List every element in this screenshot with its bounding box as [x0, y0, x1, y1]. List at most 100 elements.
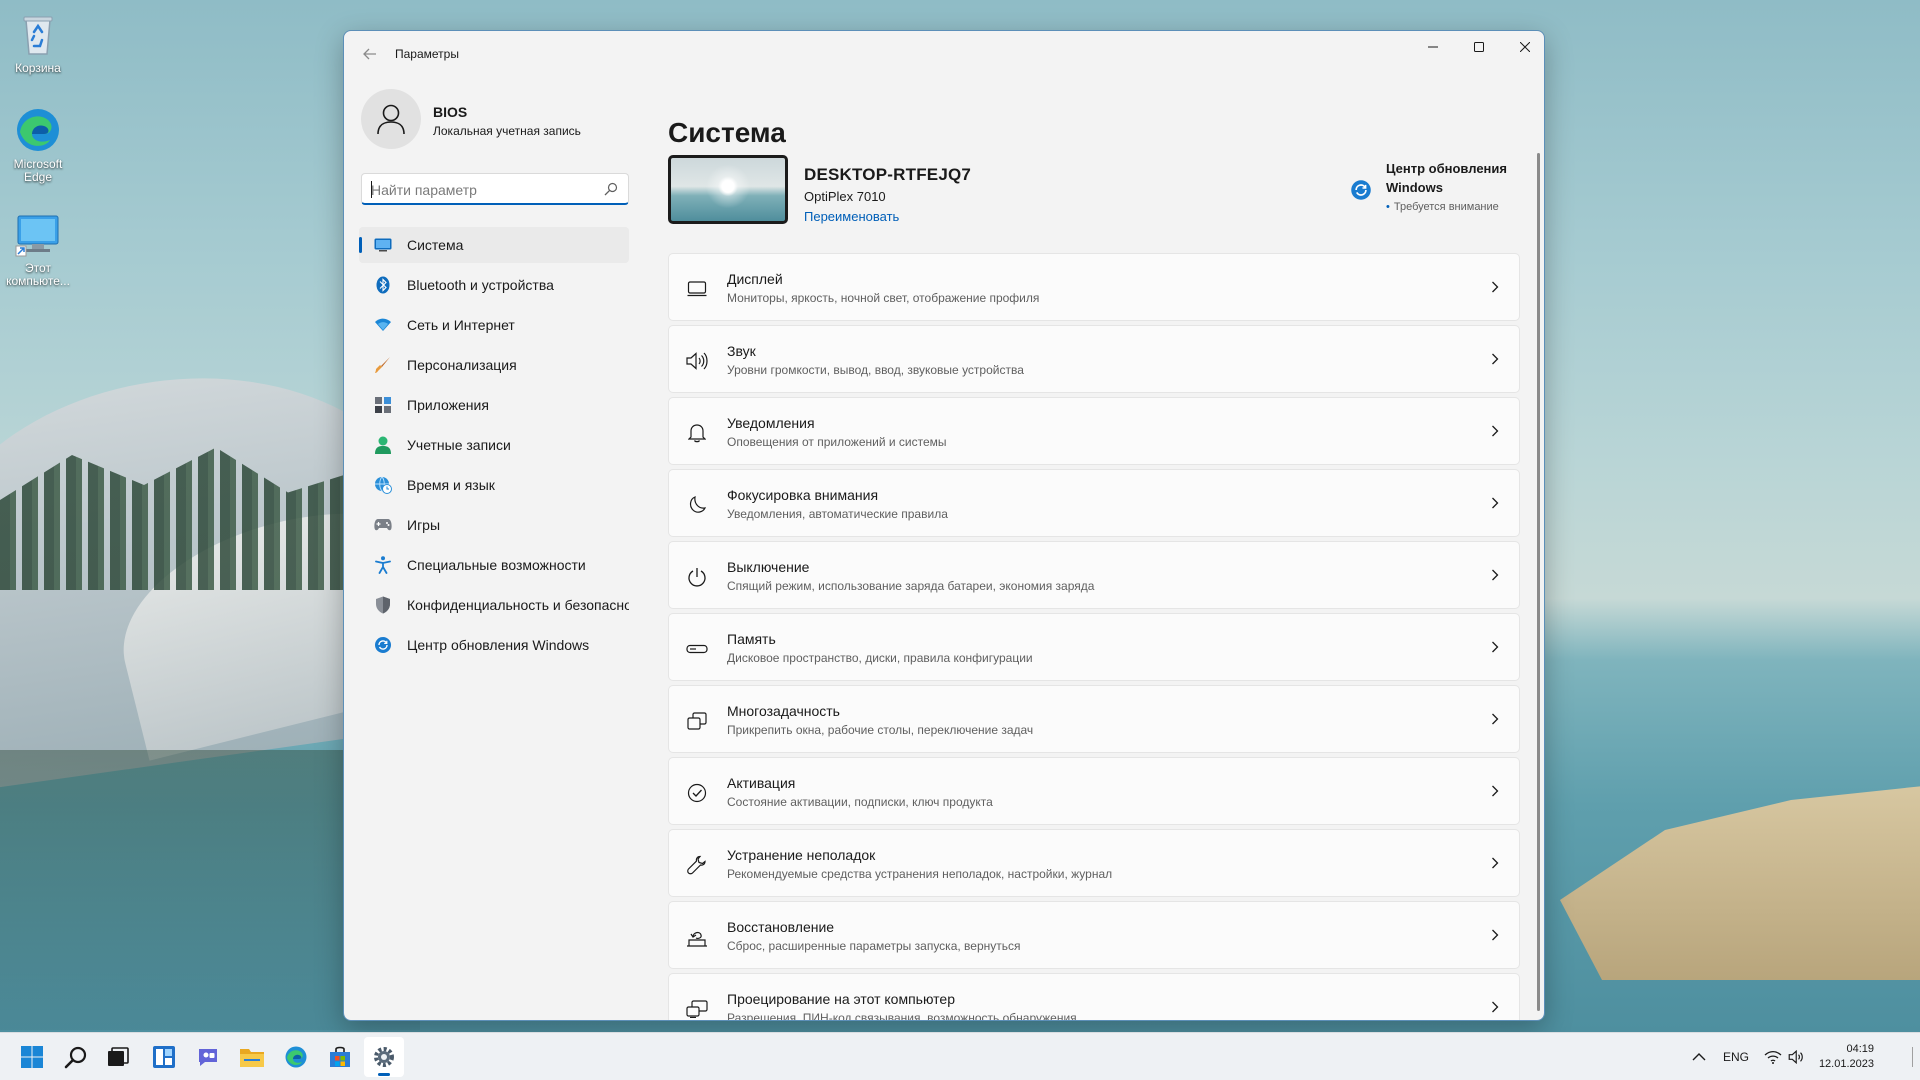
sidebar-item-label: Специальные возможности [407, 557, 586, 573]
settings-window: Параметры BIOS Локальная учетная запись [343, 30, 1545, 1021]
chevron-right-icon [1492, 641, 1499, 653]
close-button[interactable] [1502, 31, 1544, 63]
sidebar-item-label: Сеть и Интернет [407, 317, 515, 333]
maximize-button[interactable] [1456, 31, 1502, 63]
back-button[interactable] [358, 42, 382, 66]
card-title: Выключение [727, 559, 810, 575]
device-wallpaper-thumbnail [668, 155, 788, 224]
task-view-button[interactable] [98, 1037, 138, 1077]
settings-card-notifications[interactable]: Уведомления Оповещения от приложений и с… [668, 397, 1520, 465]
minimize-icon [1428, 46, 1438, 48]
maximize-icon [1474, 42, 1484, 52]
sidebar-item-personalization[interactable]: Персонализация [359, 347, 629, 383]
edge-icon [285, 1046, 307, 1068]
widgets-button[interactable] [144, 1037, 184, 1077]
clock-date: 12.01.2023 [1818, 1058, 1874, 1070]
wrench-icon [687, 855, 706, 875]
search-icon [604, 182, 618, 196]
settings-card-display[interactable]: Дисплей Мониторы, яркость, ночной свет, … [668, 253, 1520, 321]
desktop-icon-this-pc[interactable]: Этот компьюте... [0, 210, 76, 288]
card-title: Активация [727, 775, 796, 791]
multitasking-icon [687, 712, 707, 730]
edge-button[interactable] [276, 1037, 316, 1077]
status-dot-icon: • [1386, 201, 1390, 213]
store-icon [330, 1046, 350, 1067]
sidebar-item-bluetooth[interactable]: Bluetooth и устройства [359, 267, 629, 303]
desktop-icon-recycle-bin[interactable]: Корзина [0, 10, 76, 75]
card-subtitle: Мониторы, яркость, ночной свет, отображе… [727, 291, 1040, 305]
settings-card-storage[interactable]: Память Дисковое пространство, диски, пра… [668, 613, 1520, 681]
sidebar-item-network[interactable]: Сеть и Интернет [359, 307, 629, 343]
sidebar-item-gaming[interactable]: Игры [359, 507, 629, 543]
chevron-right-icon [1492, 281, 1499, 293]
card-title: Проецирование на этот компьютер [727, 991, 955, 1007]
close-icon [1520, 42, 1530, 52]
title-bar[interactable]: Параметры [344, 31, 1544, 77]
card-subtitle: Спящий режим, использование заряда батар… [727, 579, 1095, 593]
settings-card-activation[interactable]: Активация Состояние активации, подписки,… [668, 757, 1520, 825]
sidebar-item-apps[interactable]: Приложения [359, 387, 629, 423]
settings-card-focus[interactable]: Фокусировка внимания Уведомления, автома… [668, 469, 1520, 537]
wifi-icon [1764, 1050, 1782, 1064]
accessibility-icon [375, 556, 391, 574]
settings-card-troubleshoot[interactable]: Устранение неполадок Рекомендуемые средс… [668, 829, 1520, 897]
settings-button[interactable] [364, 1037, 404, 1077]
file-explorer-button[interactable] [232, 1037, 272, 1077]
widgets-icon [153, 1046, 175, 1068]
card-subtitle: Уведомления, автоматические правила [727, 507, 948, 521]
settings-card-power[interactable]: Выключение Спящий режим, использование з… [668, 541, 1520, 609]
show-desktop-button[interactable] [1912, 1047, 1913, 1067]
system-icon [374, 238, 392, 252]
card-title: Память [727, 631, 776, 647]
desktop-icon-label: Корзина [15, 61, 61, 75]
device-name: DESKTOP-RTFEJQ7 [804, 165, 972, 184]
chevron-right-icon [1492, 425, 1499, 437]
chat-button[interactable] [188, 1037, 228, 1077]
chevron-right-icon [1492, 353, 1499, 365]
windows-update-status[interactable]: Центр обновления Windows • Требуется вним… [1350, 159, 1530, 219]
start-button[interactable] [12, 1037, 52, 1077]
projection-icon [686, 1000, 708, 1018]
volume-tray-button[interactable] [1788, 1033, 1806, 1080]
accounts-icon [375, 436, 391, 454]
user-profile[interactable]: BIOS Локальная учетная запись [361, 89, 701, 151]
sidebar-item-windows-update[interactable]: Центр обновления Windows [359, 627, 629, 663]
card-subtitle: Рекомендуемые средства устранения непола… [727, 867, 1113, 881]
rename-link[interactable]: Переименовать [804, 209, 899, 224]
sidebar-item-time-language[interactable]: Время и язык [359, 467, 629, 503]
sidebar-item-system[interactable]: Система [359, 227, 629, 263]
card-title: Звук [727, 343, 756, 359]
minimize-button[interactable] [1410, 31, 1456, 63]
sidebar-item-privacy[interactable]: Конфиденциальность и безопасность [359, 587, 629, 623]
search-input[interactable] [371, 180, 591, 200]
settings-card-projection[interactable]: Проецирование на этот компьютер Разрешен… [668, 973, 1520, 1020]
settings-card-multitasking[interactable]: Многозадачность Прикрепить окна, рабочие… [668, 685, 1520, 753]
chevron-right-icon [1492, 569, 1499, 581]
sidebar-item-accessibility[interactable]: Специальные возможности [359, 547, 629, 583]
start-icon [21, 1046, 43, 1068]
search-icon [64, 1046, 87, 1069]
sidebar-item-label: Игры [407, 517, 441, 533]
language-indicator[interactable]: ENG [1723, 1033, 1749, 1080]
device-model: OptiPlex 7010 [804, 189, 886, 204]
sidebar-item-accounts[interactable]: Учетные записи [359, 427, 629, 463]
scrollbar[interactable] [1537, 153, 1540, 1011]
settings-card-recovery[interactable]: Восстановление Сброс, расширенные параме… [668, 901, 1520, 969]
gamepad-icon [374, 519, 392, 531]
sidebar-item-label: Конфиденциальность и безопасность [407, 597, 629, 613]
card-title: Фокусировка внимания [727, 487, 879, 503]
desktop-icon-edge[interactable]: Microsoft Edge [0, 106, 76, 184]
sidebar-item-label: Bluetooth и устройства [407, 277, 554, 293]
sidebar-nav: Система Bluetooth и устройства Сеть и Ин… [359, 227, 629, 667]
clock[interactable]: 04:19 12.01.2023 [1814, 1042, 1874, 1072]
this-pc-icon [15, 215, 59, 257]
card-subtitle: Уровни громкости, вывод, ввод, звуковые … [727, 363, 1024, 377]
tray-overflow-button[interactable] [1692, 1033, 1706, 1080]
network-tray-button[interactable] [1764, 1033, 1782, 1080]
taskbar-search-button[interactable] [56, 1037, 96, 1077]
update-status-text: Требуется внимание [1393, 201, 1499, 213]
brush-icon [375, 357, 390, 373]
search-box[interactable] [361, 173, 629, 205]
settings-card-sound[interactable]: Звук Уровни громкости, вывод, ввод, звук… [668, 325, 1520, 393]
store-button[interactable] [320, 1037, 360, 1077]
